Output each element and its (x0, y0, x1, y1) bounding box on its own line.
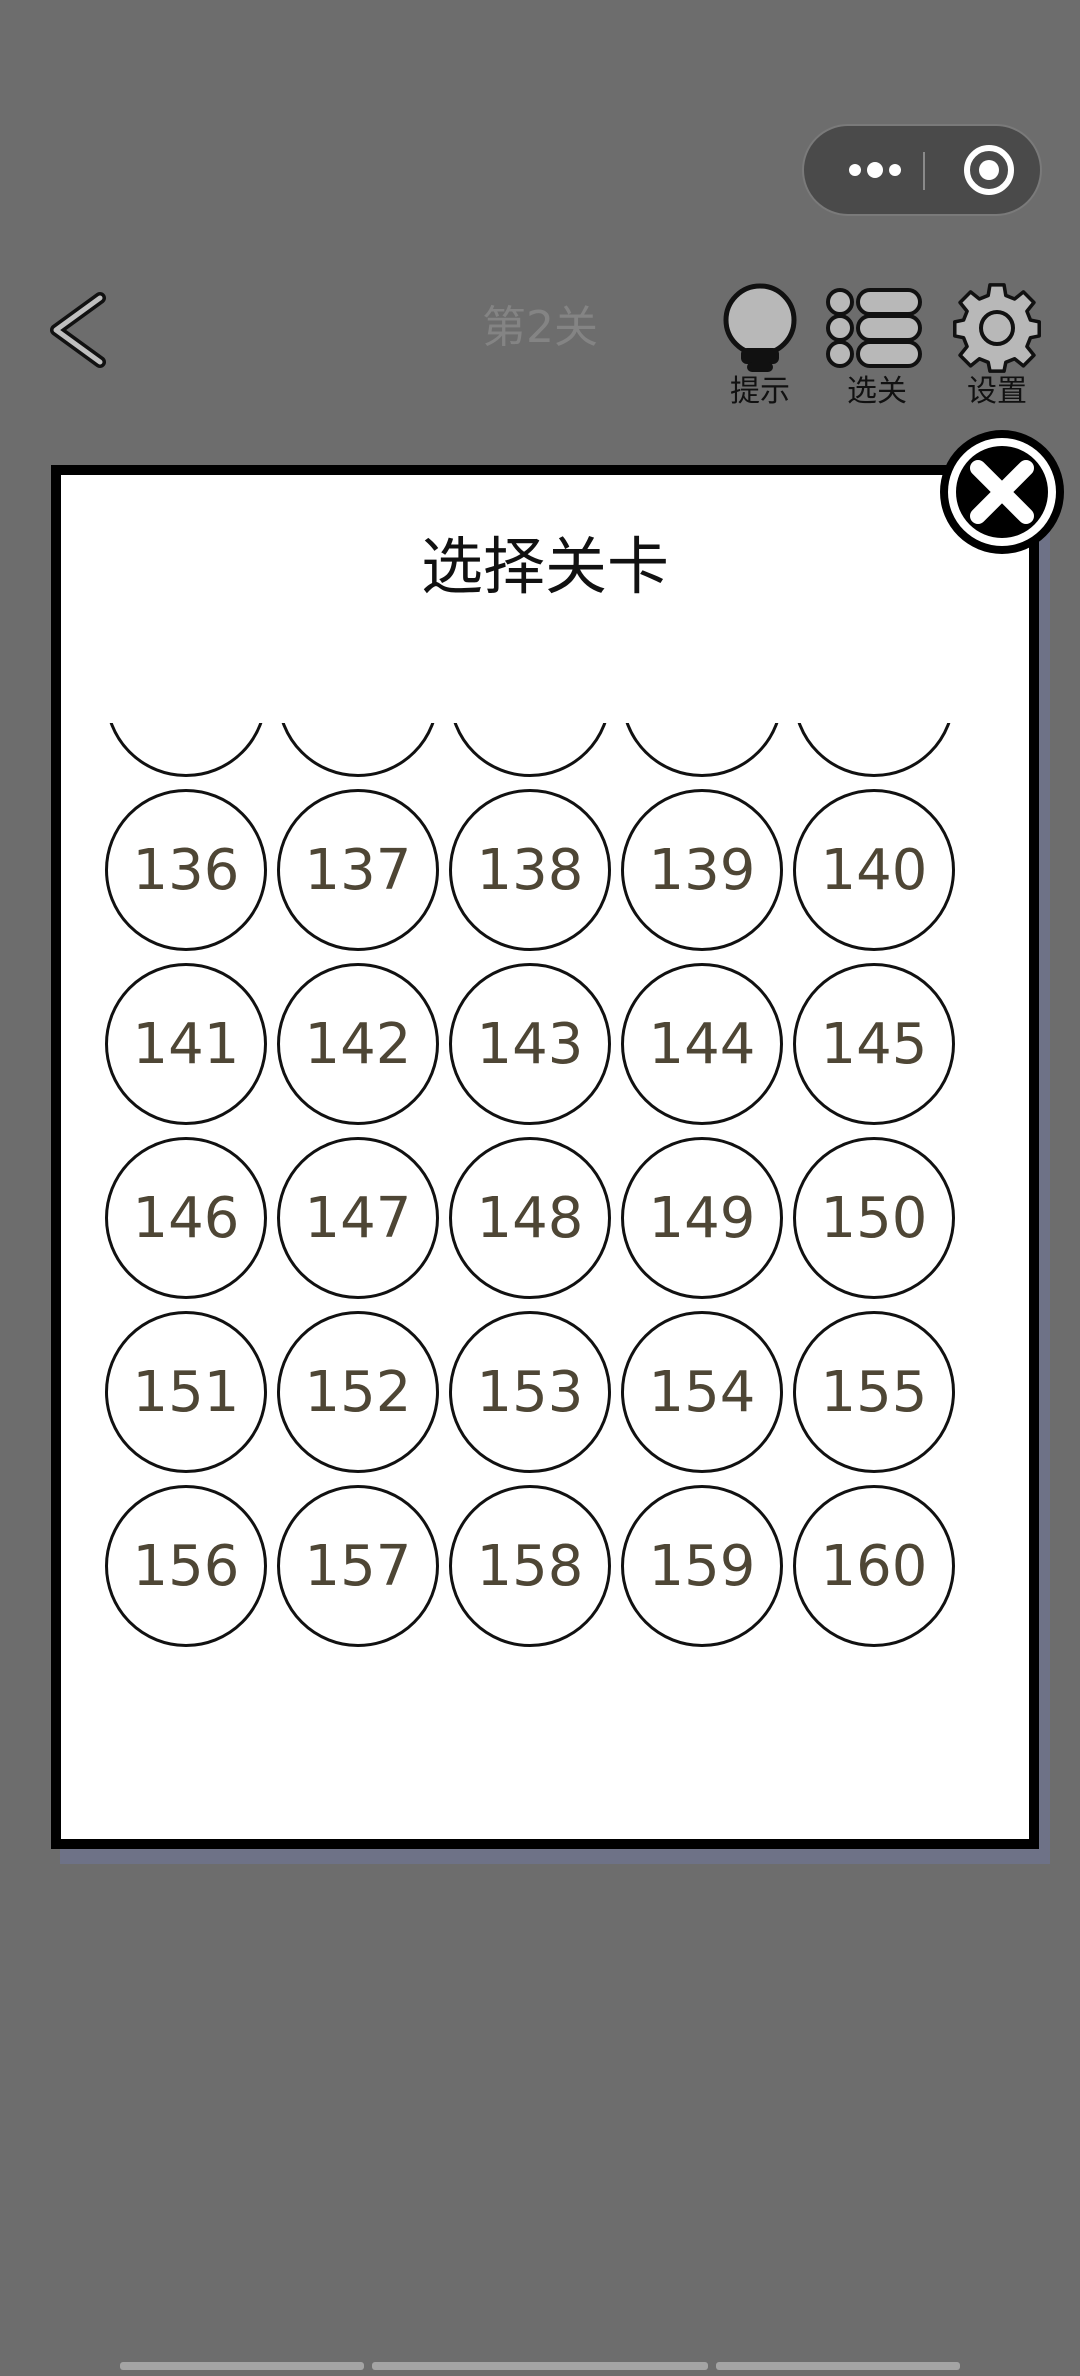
level-button[interactable]: 156 (105, 1485, 267, 1647)
settings-label: 设置 (967, 374, 1027, 409)
settings-button[interactable]: 设置 (942, 282, 1052, 418)
level-button[interactable]: 144 (621, 963, 783, 1125)
level-button[interactable]: 132 (277, 723, 439, 777)
more-dots-icon (849, 162, 901, 178)
level-button[interactable]: 134 (621, 723, 783, 777)
level-button[interactable]: 152 (277, 1311, 439, 1473)
select-level-label: 选关 (847, 374, 907, 409)
mini-program-capsule (802, 124, 1042, 216)
select-level-button[interactable]: 选关 (822, 282, 932, 418)
level-button[interactable]: 160 (793, 1485, 955, 1647)
level-button[interactable]: 136 (105, 789, 267, 951)
bulb-icon (723, 283, 797, 372)
home-indicator (120, 2362, 364, 2370)
hint-label: 提示 (730, 374, 790, 409)
level-button[interactable]: 137 (277, 789, 439, 951)
home-indicator (716, 2362, 960, 2370)
level-select-panel: 选择关卡 13113213313413513613713813914014114… (51, 465, 1039, 1849)
capsule-divider (923, 152, 925, 190)
level-button[interactable]: 159 (621, 1485, 783, 1647)
level-button[interactable]: 149 (621, 1137, 783, 1299)
level-button[interactable]: 146 (105, 1137, 267, 1299)
chevron-left-icon (50, 292, 106, 368)
close-panel-button[interactable] (934, 424, 1070, 560)
level-button[interactable]: 157 (277, 1485, 439, 1647)
level-button[interactable]: 139 (621, 789, 783, 951)
target-circle-icon (964, 145, 1014, 195)
level-button[interactable]: 143 (449, 963, 611, 1125)
level-button[interactable]: 145 (793, 963, 955, 1125)
list-icon (826, 288, 922, 368)
close-icon (940, 430, 1064, 554)
level-button[interactable]: 147 (277, 1137, 439, 1299)
level-button[interactable]: 141 (105, 963, 267, 1125)
level-button[interactable]: 154 (621, 1311, 783, 1473)
level-button[interactable]: 138 (449, 789, 611, 951)
level-button[interactable]: 155 (793, 1311, 955, 1473)
level-grid-scroll[interactable]: 1311321331341351361371381391401411421431… (61, 723, 1029, 1723)
level-button[interactable]: 131 (105, 723, 267, 777)
gear-icon (953, 283, 1041, 373)
more-options-button[interactable] (840, 126, 910, 214)
home-indicator (372, 2362, 708, 2370)
level-button[interactable]: 151 (105, 1311, 267, 1473)
hint-button[interactable]: 提示 (705, 282, 815, 418)
level-button[interactable]: 150 (793, 1137, 955, 1299)
level-button[interactable]: 158 (449, 1485, 611, 1647)
exit-mini-program-button[interactable] (944, 126, 1034, 214)
level-button[interactable]: 142 (277, 963, 439, 1125)
panel-title: 选择关卡 (420, 530, 669, 603)
level-button[interactable]: 135 (793, 723, 955, 777)
level-title: 第2关 (482, 302, 598, 353)
back-button[interactable] (42, 286, 122, 376)
level-button[interactable]: 148 (449, 1137, 611, 1299)
level-button[interactable]: 153 (449, 1311, 611, 1473)
level-button[interactable]: 133 (449, 723, 611, 777)
level-button[interactable]: 140 (793, 789, 955, 951)
